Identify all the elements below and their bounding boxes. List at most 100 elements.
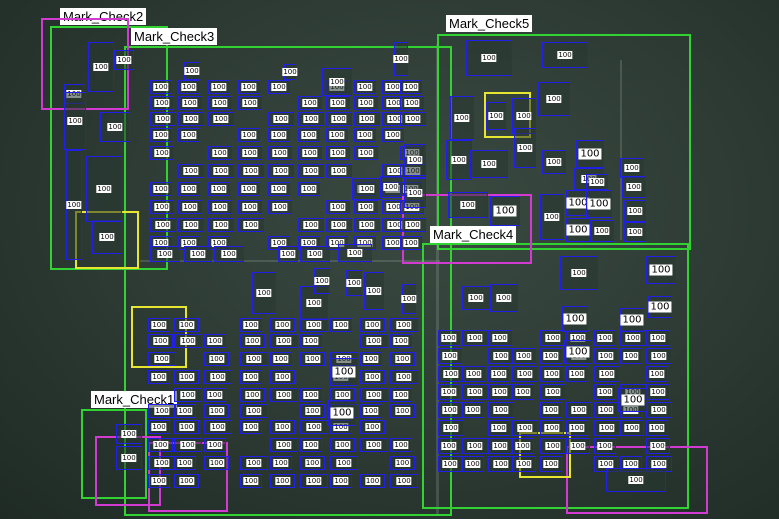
- detection-box[interactable]: 100: [462, 384, 488, 400]
- detection-box[interactable]: 100: [488, 366, 510, 382]
- detection-box[interactable]: 100: [540, 348, 562, 364]
- detection-box[interactable]: 100: [238, 182, 260, 196]
- detection-box[interactable]: 100: [240, 334, 265, 348]
- detection-box[interactable]: 100: [490, 196, 520, 226]
- detection-box[interactable]: 100: [540, 438, 566, 454]
- detection-box[interactable]: 100: [238, 96, 262, 110]
- detection-box[interactable]: 100: [360, 318, 385, 332]
- detection-box[interactable]: 100: [566, 366, 588, 382]
- detection-box[interactable]: 100: [174, 404, 196, 418]
- detection-box[interactable]: 100: [620, 330, 646, 346]
- detection-box[interactable]: 100: [401, 284, 417, 314]
- detection-box[interactable]: 100: [360, 420, 385, 434]
- detection-box[interactable]: 100: [174, 318, 199, 332]
- detection-box[interactable]: 100: [438, 366, 464, 382]
- detection-box[interactable]: 100: [540, 420, 564, 436]
- detection-box[interactable]: 100: [594, 366, 620, 382]
- detection-box[interactable]: 100: [326, 218, 352, 232]
- detection-box[interactable]: 100: [594, 438, 616, 454]
- detection-box[interactable]: 100: [268, 182, 290, 196]
- detection-box[interactable]: 100: [540, 366, 564, 382]
- detection-box[interactable]: 100: [150, 128, 172, 142]
- detection-box[interactable]: 100: [360, 370, 385, 384]
- detection-box[interactable]: 100: [66, 150, 82, 260]
- detection-box[interactable]: 100: [208, 182, 230, 196]
- detection-box[interactable]: 100: [360, 388, 388, 402]
- detection-box[interactable]: 100: [322, 68, 352, 96]
- detection-box[interactable]: 100: [566, 438, 590, 454]
- detection-box[interactable]: 100: [360, 404, 382, 418]
- detection-box[interactable]: 100: [512, 456, 536, 472]
- detection-box[interactable]: 100: [178, 128, 200, 142]
- detection-box[interactable]: 100: [298, 146, 322, 160]
- detection-box[interactable]: 100: [174, 456, 196, 470]
- detection-box[interactable]: 100: [268, 80, 290, 94]
- detection-box[interactable]: 100: [100, 112, 130, 142]
- detection-box[interactable]: 100: [326, 200, 350, 214]
- detection-box[interactable]: 100: [208, 164, 234, 178]
- detection-box[interactable]: 100: [470, 150, 508, 178]
- detection-box[interactable]: 100: [488, 348, 514, 364]
- detection-box[interactable]: 100: [174, 420, 199, 434]
- detection-box[interactable]: 100: [330, 318, 352, 332]
- detection-box[interactable]: 100: [646, 330, 670, 346]
- detection-box[interactable]: 100: [488, 402, 514, 418]
- detection-box[interactable]: 100: [150, 218, 176, 232]
- detection-box[interactable]: 100: [208, 112, 234, 126]
- detection-box[interactable]: 100: [238, 218, 264, 232]
- detection-box[interactable]: 100: [238, 146, 262, 160]
- detection-box[interactable]: 100: [300, 438, 322, 452]
- detection-box[interactable]: 100: [620, 158, 644, 178]
- detection-box[interactable]: 100: [648, 296, 672, 318]
- detection-box[interactable]: 100: [204, 388, 226, 402]
- detection-box[interactable]: 100: [270, 318, 295, 332]
- detection-box[interactable]: 100: [620, 348, 642, 364]
- detection-box[interactable]: 100: [116, 446, 142, 470]
- detection-box[interactable]: 100: [540, 194, 564, 240]
- detection-box[interactable]: 100: [354, 112, 380, 126]
- detection-box[interactable]: 100: [148, 370, 170, 384]
- detection-box[interactable]: 100: [240, 352, 268, 366]
- detection-box[interactable]: 100: [298, 182, 320, 196]
- detection-box[interactable]: 100: [360, 334, 388, 348]
- detection-box[interactable]: 100: [462, 330, 488, 346]
- detection-box[interactable]: 100: [300, 246, 330, 262]
- detection-box[interactable]: 100: [400, 96, 424, 110]
- detection-box[interactable]: 100: [326, 96, 350, 110]
- detection-box[interactable]: 100: [238, 128, 260, 142]
- detection-box[interactable]: 100: [488, 456, 514, 472]
- detection-box[interactable]: 100: [270, 438, 298, 452]
- detection-box[interactable]: 100: [393, 42, 409, 76]
- detection-box[interactable]: 100: [594, 402, 618, 418]
- detection-box[interactable]: 100: [328, 400, 356, 426]
- detection-box[interactable]: 100: [300, 318, 328, 332]
- detection-box[interactable]: 100: [514, 128, 536, 168]
- detection-box[interactable]: 100: [360, 474, 385, 488]
- detection-box[interactable]: 100: [148, 318, 170, 332]
- detection-box[interactable]: 100: [240, 318, 262, 332]
- detection-box[interactable]: 100: [326, 146, 350, 160]
- detection-box[interactable]: 100: [354, 80, 376, 94]
- detection-box[interactable]: 100: [462, 456, 484, 472]
- detection-box[interactable]: 100: [346, 270, 362, 296]
- detection-box[interactable]: 100: [364, 272, 384, 310]
- detection-box[interactable]: 100: [178, 96, 202, 110]
- detection-box[interactable]: 100: [566, 402, 592, 418]
- detection-box[interactable]: 100: [268, 164, 294, 178]
- detection-box[interactable]: 100: [204, 334, 226, 348]
- detection-box[interactable]: 100: [390, 438, 412, 452]
- detection-box[interactable]: 100: [400, 236, 422, 250]
- detection-box[interactable]: 100: [270, 420, 295, 434]
- detection-box[interactable]: 100: [540, 330, 566, 346]
- detection-box[interactable]: 100: [298, 128, 320, 142]
- detection-box[interactable]: 100: [204, 438, 226, 452]
- detection-box[interactable]: 100: [594, 330, 616, 346]
- detection-box[interactable]: 100: [238, 200, 262, 214]
- detection-box[interactable]: 100: [300, 388, 322, 402]
- detection-box[interactable]: 100: [354, 96, 378, 110]
- detection-box[interactable]: 100: [542, 150, 566, 174]
- detection-box[interactable]: 100: [150, 146, 174, 160]
- detection-box[interactable]: 100: [624, 222, 646, 242]
- detection-box[interactable]: 100: [240, 456, 268, 470]
- detection-box[interactable]: 100: [240, 388, 265, 402]
